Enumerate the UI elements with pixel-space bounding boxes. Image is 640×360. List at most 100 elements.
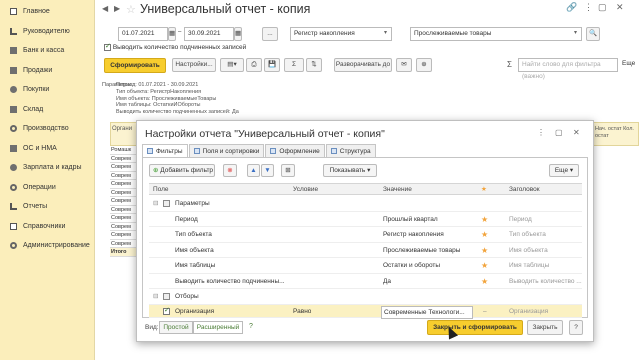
more-vertical-icon[interactable]: ⋮: [537, 128, 545, 137]
close-icon[interactable]: ✕: [616, 2, 624, 13]
tab-filters[interactable]: Фильтры: [142, 144, 188, 157]
search-icon[interactable]: 🔍: [586, 27, 600, 41]
table-row[interactable]: Соврем: [110, 214, 138, 223]
row-header[interactable]: Тип объекта: [509, 227, 546, 242]
object-select[interactable]: Прослеживаемые товары: [410, 27, 582, 41]
view-advanced-button[interactable]: Расширенный: [193, 321, 243, 334]
close-icon[interactable]: ✕: [573, 128, 580, 137]
more-vertical-icon[interactable]: ⋮: [584, 2, 593, 13]
maximize-icon[interactable]: ▢: [555, 128, 563, 137]
row-value-input[interactable]: Современные Технологи...: [381, 305, 473, 319]
star-icon[interactable]: ★: [481, 258, 488, 273]
variants-icon[interactable]: ▤▾: [220, 58, 244, 72]
group-icon[interactable]: ⊞: [281, 164, 295, 177]
table-row[interactable]: Ромашк: [110, 146, 138, 155]
table-row[interactable]: Период Прошлый квартал ★ Период: [149, 212, 582, 227]
view-simple-button[interactable]: Простой: [159, 321, 193, 334]
calendar-icon[interactable]: ▦: [168, 27, 176, 41]
close-button[interactable]: Закрыть: [527, 320, 563, 335]
attach-icon[interactable]: ⊕: [416, 58, 432, 72]
row-value[interactable]: Регистр накопления: [383, 227, 444, 242]
maximize-icon[interactable]: ▢: [598, 2, 607, 13]
tab-appearance[interactable]: Оформление: [265, 144, 325, 157]
sort-icon[interactable]: ⇅: [306, 58, 322, 72]
date-to-field[interactable]: 30.09.2021: [184, 27, 234, 41]
sidebar-item-warehouse[interactable]: Склад: [0, 100, 94, 120]
sidebar-item-reports[interactable]: Отчеты: [0, 197, 94, 217]
sum-icon[interactable]: Σ: [284, 58, 304, 72]
row-header[interactable]: Организация: [509, 305, 548, 318]
sidebar-item-sales[interactable]: Продажи: [0, 61, 94, 81]
filter-enabled-checkbox[interactable]: [163, 306, 170, 315]
table-row[interactable]: Соврем: [110, 222, 138, 231]
show-button[interactable]: Показывать ▾: [323, 164, 377, 177]
star-icon[interactable]: ★: [481, 227, 488, 242]
collapse-icon[interactable]: ⊟: [153, 289, 158, 304]
table-row[interactable]: Соврем: [110, 154, 138, 163]
show-subordinates-checkbox[interactable]: [104, 42, 111, 51]
move-up-icon[interactable]: ▲: [247, 164, 260, 177]
table-row[interactable]: Выводить количество подчиненны... Да ★ В…: [149, 274, 582, 289]
sidebar-item-operations[interactable]: Операции: [0, 178, 94, 198]
table-row[interactable]: Соврем: [110, 231, 138, 240]
save-icon[interactable]: 💾: [264, 58, 280, 72]
table-row-selected[interactable]: Организация Равно Современные Технологи.…: [149, 304, 582, 319]
calendar-icon[interactable]: ▦: [234, 27, 242, 41]
sidebar-item-main[interactable]: Главное: [0, 2, 94, 22]
row-value[interactable]: Да: [383, 274, 391, 289]
table-row[interactable]: Соврем: [110, 188, 138, 197]
show-subordinates-checkbox-row[interactable]: Выводить количество подчиненных записей: [104, 42, 246, 51]
row-condition[interactable]: Равно: [293, 305, 311, 318]
add-filter-button[interactable]: ⊕ Добавить фильтр: [149, 164, 215, 177]
table-row[interactable]: Соврем: [110, 171, 138, 180]
row-value[interactable]: Прошлый квартал: [383, 212, 438, 227]
table-row[interactable]: Соврем: [110, 205, 138, 214]
row-header[interactable]: Выводить количество ...: [509, 274, 582, 289]
move-down-icon[interactable]: ▼: [261, 164, 274, 177]
forward-arrow-icon[interactable]: ▶: [114, 4, 124, 14]
sidebar-item-catalogs[interactable]: Справочники: [0, 217, 94, 237]
star-icon[interactable]: ★: [481, 243, 488, 258]
sidebar-item-admin[interactable]: Администрирование: [0, 236, 94, 256]
tab-structure[interactable]: Структура: [325, 144, 376, 157]
sidebar-item-payroll[interactable]: Зарплата и кадры: [0, 158, 94, 178]
sidebar-item-purchases[interactable]: Покупки: [0, 80, 94, 100]
star-icon[interactable]: ★: [481, 212, 488, 227]
date-from-field[interactable]: 01.07.2021: [118, 27, 168, 41]
table-row[interactable]: Соврем: [110, 197, 138, 206]
table-row[interactable]: Имя таблицы Остатки и обороты ★ Имя табл…: [149, 258, 582, 274]
row-value[interactable]: Прослеживаемые товары: [383, 243, 460, 258]
print-icon[interactable]: ⎙: [246, 58, 262, 72]
email-icon[interactable]: ✉: [396, 58, 412, 72]
dash-icon[interactable]: –: [483, 305, 487, 318]
table-row[interactable]: Соврем: [110, 180, 138, 189]
period-dots-button[interactable]: ...: [262, 27, 278, 41]
sidebar-item-bank[interactable]: Банк и касса: [0, 41, 94, 61]
table-row[interactable]: Тип объекта Регистр накопления ★ Тип объ…: [149, 227, 582, 243]
delete-icon[interactable]: ⊗: [223, 164, 237, 177]
row-header[interactable]: Имя таблицы: [509, 258, 549, 273]
expand-to-button[interactable]: Разворачивать до: [334, 58, 392, 72]
table-row[interactable]: Соврем: [110, 163, 138, 172]
help-link[interactable]: ?: [249, 323, 253, 330]
row-header[interactable]: Имя объекта: [509, 243, 548, 258]
favorite-star-icon[interactable]: ☆: [126, 3, 136, 16]
table-row[interactable]: ⊟ Отборы: [149, 289, 582, 305]
table-row[interactable]: Имя объекта Прослеживаемые товары ★ Имя …: [149, 243, 582, 258]
help-button[interactable]: ?: [569, 320, 583, 335]
more-button[interactable]: Еще: [622, 60, 635, 67]
close-and-generate-button[interactable]: Закрыть и сформировать: [427, 320, 523, 335]
star-icon[interactable]: ★: [481, 274, 488, 289]
more-button[interactable]: Еще ▾: [549, 164, 579, 177]
link-icon[interactable]: 🔗: [566, 2, 577, 13]
collapse-icon[interactable]: ⊟: [153, 196, 158, 211]
search-input[interactable]: Найти слово для фильтра (важно): [518, 58, 618, 80]
table-row[interactable]: ⊟ Параметры: [149, 196, 582, 212]
back-arrow-icon[interactable]: ◀: [102, 4, 112, 14]
sidebar-item-manager[interactable]: Руководителю: [0, 22, 94, 42]
row-value[interactable]: Остатки и обороты: [383, 258, 440, 273]
source-type-select[interactable]: Регистр накопления: [290, 27, 392, 41]
tab-fields-sorting[interactable]: Поля и сортировки: [188, 144, 265, 157]
table-row[interactable]: Соврем: [110, 239, 138, 248]
generate-button[interactable]: Сформировать: [104, 58, 166, 73]
